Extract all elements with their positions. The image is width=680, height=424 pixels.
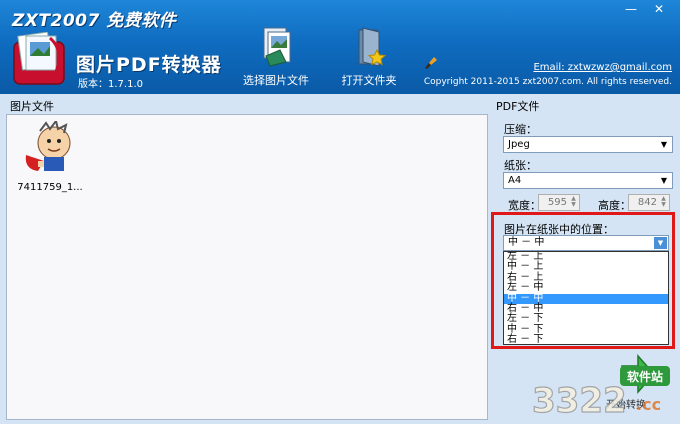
paper-value: A4 xyxy=(508,175,522,186)
position-option[interactable]: 右 － 下 xyxy=(504,334,668,344)
height-value: 842 xyxy=(637,197,657,208)
width-input[interactable]: 595 ▲ ▼ xyxy=(538,194,580,211)
image-file-list[interactable]: 7411759_1... xyxy=(6,114,488,420)
header-bar: ZXT2007 免费软件 — ✕ 图片PDF转换器 版本：1.7.1.0 选择图… xyxy=(0,0,680,94)
version-text: 版本：1.7.1.0 xyxy=(78,79,143,90)
position-option[interactable]: 左 － 中 xyxy=(504,282,668,293)
pdf-logo-icon xyxy=(13,32,65,85)
spin-arrows-icon[interactable]: ▲ ▼ xyxy=(659,196,668,209)
watermark-cc-text: .cc xyxy=(636,395,661,414)
folder-star-icon xyxy=(358,27,387,67)
position-dropdown-list[interactable]: 左 － 上 中 － 上 右 － 上 左 － 中 中 － 中 右 － 中 左 － … xyxy=(503,251,669,345)
file-thumbnail-icon xyxy=(25,118,71,171)
watermark-cn-text: 软件站 xyxy=(627,369,663,384)
chevron-down-icon: ▼ xyxy=(660,140,668,149)
paper-label: 纸张： xyxy=(504,159,537,172)
spin-arrows-icon[interactable]: ▲ ▼ xyxy=(569,196,578,209)
file-name: 7411759_1... xyxy=(17,182,83,193)
app-title: ZXT2007 免费软件 xyxy=(12,11,177,31)
compression-select[interactable]: Jpeg ▼ xyxy=(503,136,673,153)
compression-value: Jpeg xyxy=(508,139,530,150)
product-name: 图片PDF转换器 xyxy=(76,54,222,76)
paper-select[interactable]: A4 ▼ xyxy=(503,172,673,189)
watermark-logo: 软件站 3322 .cc xyxy=(531,366,670,420)
watermark-num-text: 3322 xyxy=(532,381,627,420)
image-file-icon xyxy=(263,27,291,67)
height-label: 高度： xyxy=(598,199,631,212)
width-label: 宽度： xyxy=(508,199,541,212)
position-select[interactable]: 中 － 中 ▼ xyxy=(503,235,669,251)
height-input[interactable]: 842 ▲ ▼ xyxy=(628,194,670,211)
position-value: 中 － 中 xyxy=(508,237,545,248)
chevron-down-icon: ▼ xyxy=(660,176,668,185)
pdf-panel-title: PDF文件 xyxy=(496,100,540,113)
email-link[interactable]: Email: zxtwzwz@gmail.com xyxy=(533,62,672,73)
copyright-text: Copyright 2011-2015 zxt2007.com. All rig… xyxy=(423,77,672,87)
compression-label: 压缩： xyxy=(504,123,537,136)
file-item[interactable]: 7411759_1... xyxy=(15,118,85,193)
minimize-button[interactable]: — xyxy=(620,2,642,18)
close-button[interactable]: ✕ xyxy=(648,2,670,18)
files-panel-title: 图片文件 xyxy=(10,100,54,113)
select-images-button[interactable]: 选择图片文件 xyxy=(236,26,316,90)
chevron-down-icon[interactable]: ▼ xyxy=(654,237,667,249)
select-images-label: 选择图片文件 xyxy=(243,74,309,87)
clear-brush-icon[interactable] xyxy=(424,56,438,70)
open-folder-button[interactable]: 打开文件夹 xyxy=(329,26,409,90)
width-value: 595 xyxy=(547,197,567,208)
open-folder-label: 打开文件夹 xyxy=(341,74,397,87)
